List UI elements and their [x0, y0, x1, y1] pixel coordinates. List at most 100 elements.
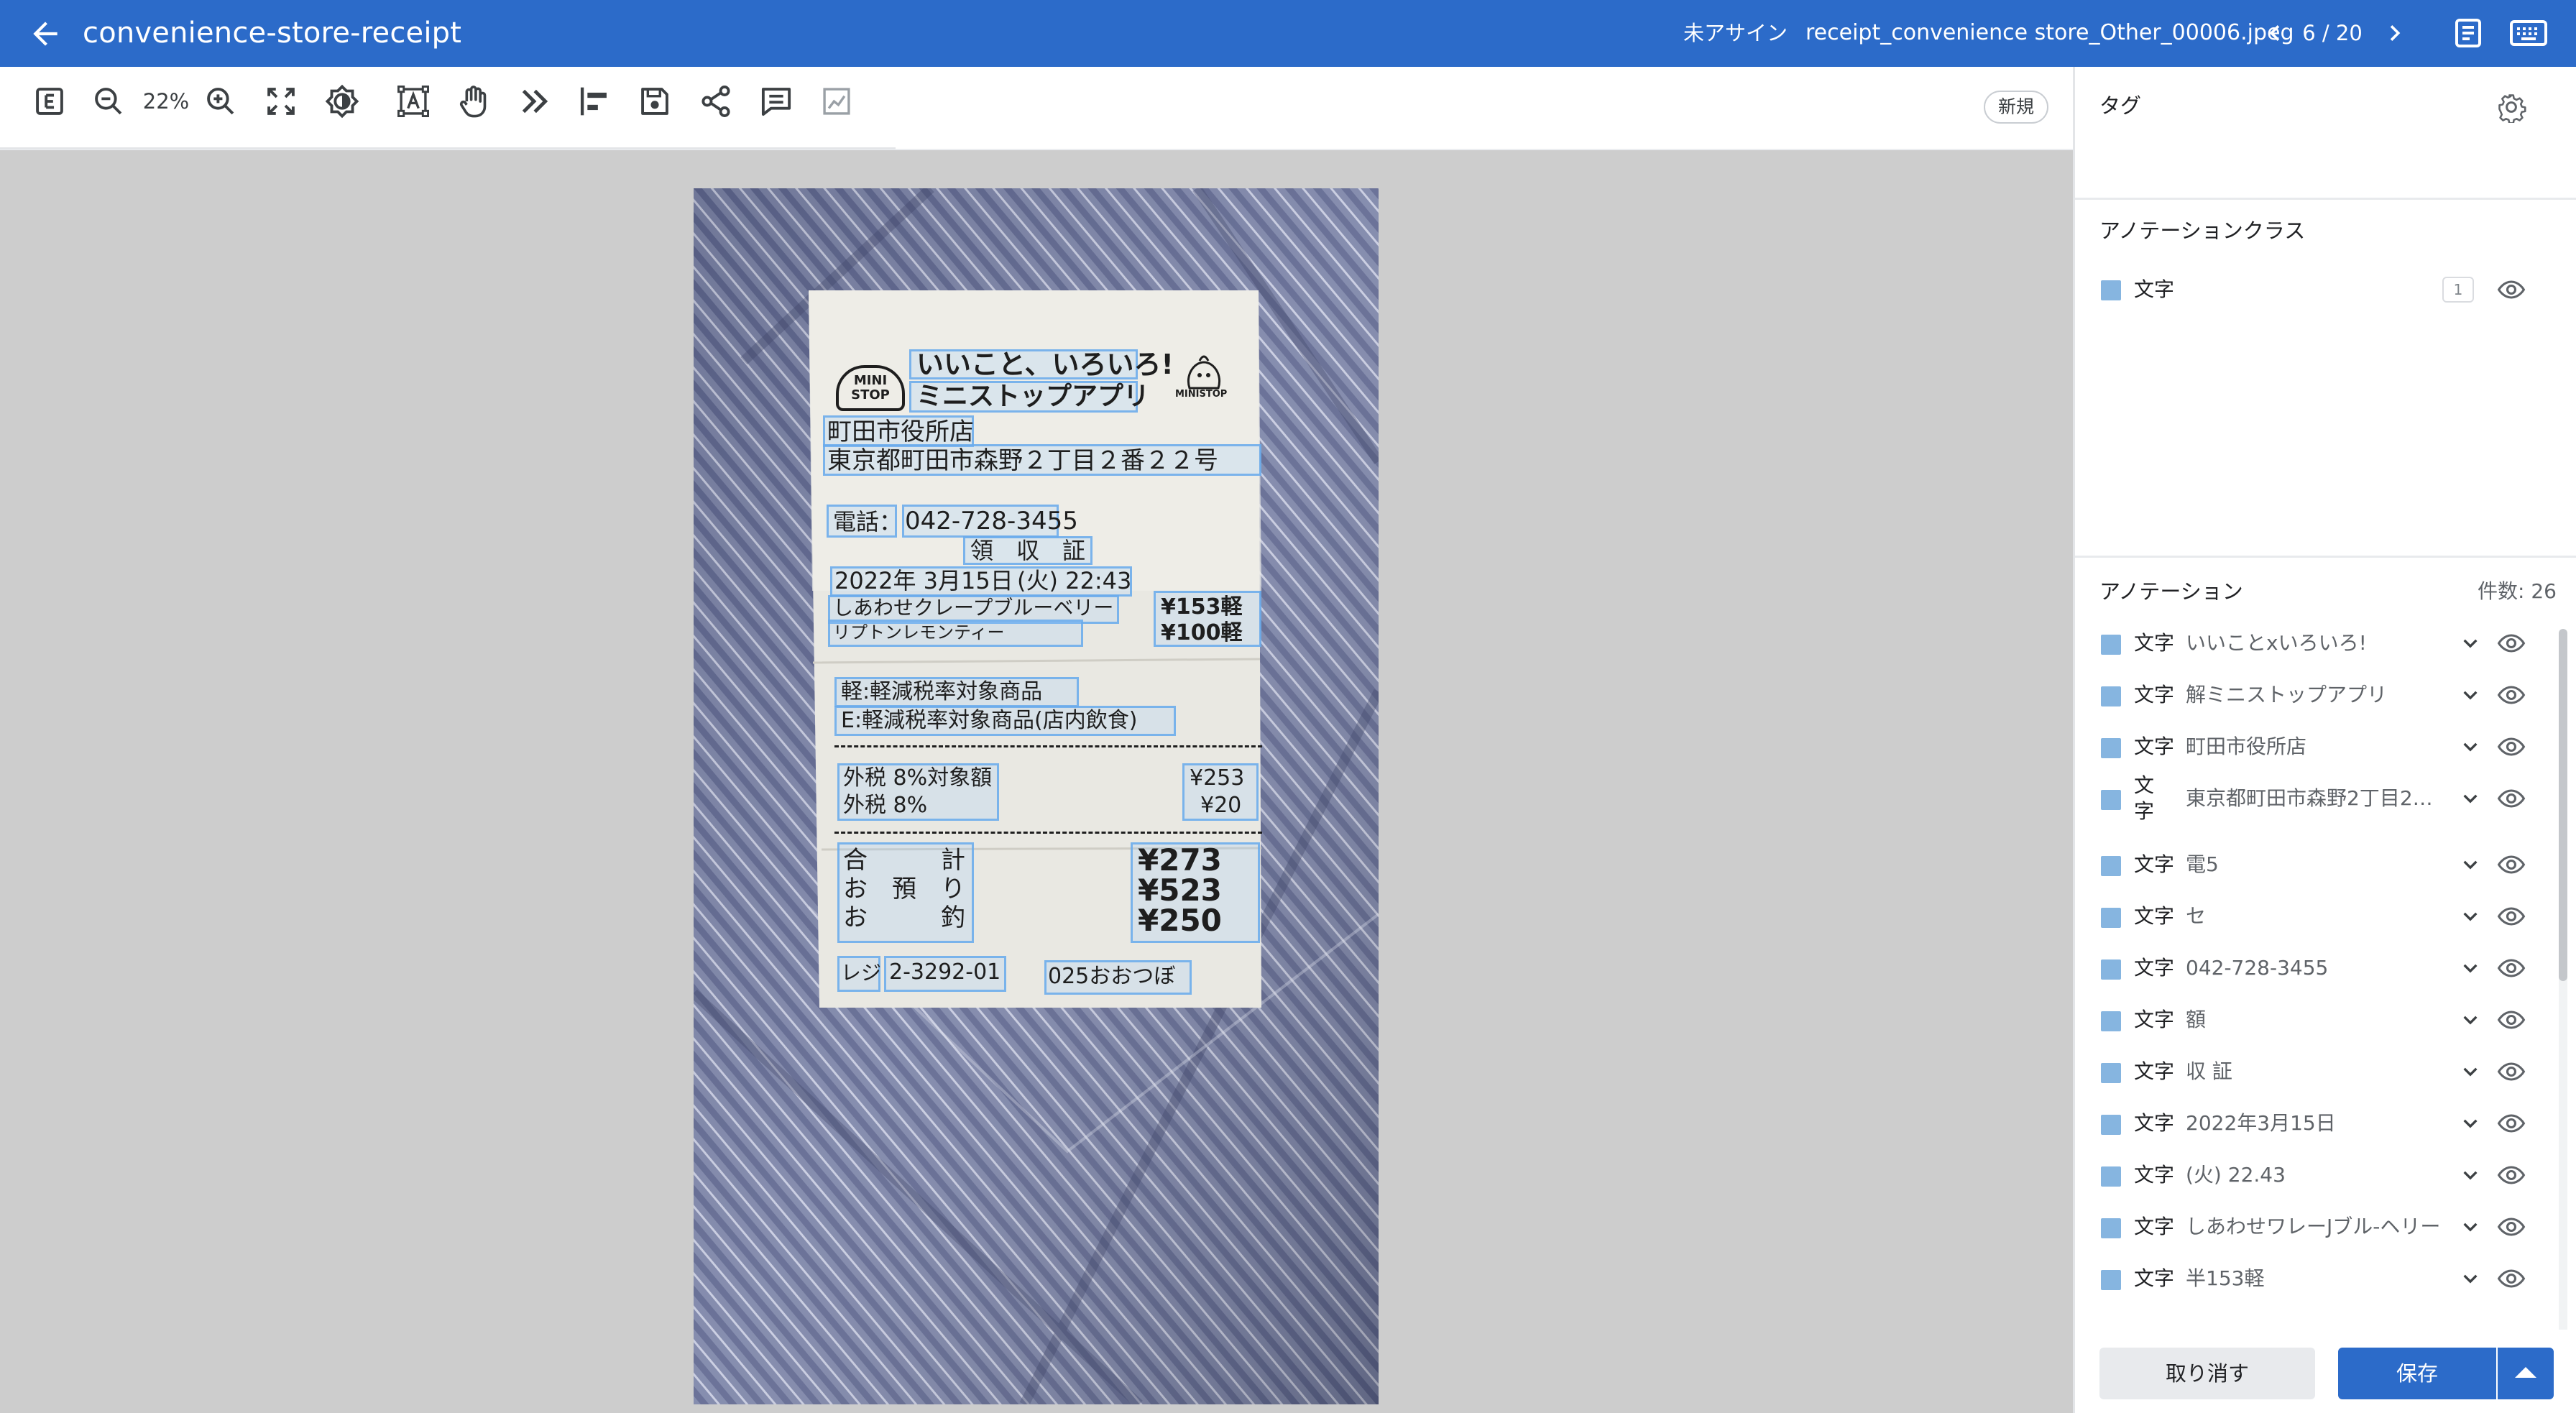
expand-annotation-button[interactable]	[2456, 1212, 2485, 1241]
annotation-visibility-toggle[interactable]	[2496, 783, 2527, 814]
annotation-visibility-toggle[interactable]	[2496, 1211, 2527, 1243]
annotations-count: 件数: 26	[2478, 579, 2557, 603]
annotation-item[interactable]: 文字 (火) 22.43	[2075, 1152, 2549, 1200]
annotation-class-label: 文字	[2134, 735, 2175, 758]
expand-annotation-button[interactable]	[2456, 1005, 2485, 1034]
annotation-item[interactable]: 文字 町田市役所店	[2075, 724, 2549, 771]
image-canvas[interactable]: いいこと、いろいろ! ミニストップアプリ MINI STOP MINISTOP …	[0, 150, 2073, 1413]
chevron-down-icon	[2463, 964, 2478, 973]
annotation-item[interactable]: 文字 東京都町田市森野2丁目2番22号	[2075, 773, 2549, 823]
expand-annotation-button[interactable]	[2456, 954, 2485, 982]
expand-annotation-button[interactable]	[2456, 629, 2485, 658]
chevron-down-icon	[2463, 1119, 2478, 1128]
expand-annotation-button[interactable]	[2456, 850, 2485, 879]
annotation-class-label: 文字	[2134, 1163, 2175, 1187]
eye-icon	[2497, 1269, 2526, 1288]
annotation-class-label: 文字	[2134, 904, 2175, 928]
expand-annotation-button[interactable]	[2456, 1264, 2485, 1293]
brightness-button[interactable]	[321, 80, 363, 122]
tags-title: タグ	[2099, 93, 2142, 118]
file-name: receipt_convenience store_Other_00006.jp…	[1806, 20, 2294, 45]
zoom-out-button[interactable]	[88, 80, 129, 122]
scrollbar-thumb[interactable]	[2559, 629, 2567, 981]
annotation-item[interactable]: 文字セ	[2075, 893, 2549, 941]
pan-tool-button[interactable]	[453, 80, 494, 122]
previous-image-button[interactable]	[2259, 17, 2291, 49]
eye-icon	[2497, 1166, 2526, 1184]
chevron-down-icon	[2463, 1016, 2478, 1025]
annotation-class-label: 文字	[2134, 852, 2175, 876]
comment-button[interactable]	[755, 80, 797, 122]
annotation-visibility-toggle[interactable]	[2496, 849, 2527, 880]
chevron-left-icon	[2269, 25, 2280, 41]
annotation-list-scrollbar[interactable]	[2559, 629, 2567, 1391]
document-button[interactable]	[2451, 16, 2485, 50]
cancel-button[interactable]: 取り消す	[2099, 1348, 2315, 1399]
expand-annotation-button[interactable]	[2456, 784, 2485, 813]
chart-button[interactable]	[816, 80, 857, 122]
receipt-staff: 025おおつぼ	[1048, 964, 1176, 989]
skip-forward-button[interactable]	[513, 80, 555, 122]
eye-icon	[2497, 1011, 2526, 1029]
annotation-item[interactable]: 文字 いいことxいろいろ!	[2075, 620, 2549, 668]
annotation-class-label: 文字	[2134, 1111, 2175, 1135]
annotation-item[interactable]: 文字額	[2075, 997, 2549, 1044]
annotation-visibility-toggle[interactable]	[2496, 1056, 2527, 1087]
eye-icon	[2497, 737, 2526, 756]
annotation-item[interactable]: 文字 しあわせワレーJブル-ヘリー	[2075, 1204, 2549, 1251]
tag-settings-button[interactable]	[2496, 91, 2527, 123]
annotation-visibility-toggle[interactable]	[2496, 1108, 2527, 1139]
annotation-item[interactable]: 文字 電5	[2075, 842, 2549, 889]
assign-status[interactable]: 未アサイン	[1683, 19, 1788, 47]
project-title: convenience-store-receipt	[83, 17, 462, 50]
receipt-photo[interactable]: いいこと、いろいろ! ミニストップアプリ MINI STOP MINISTOP …	[694, 188, 1379, 1404]
save-options-button[interactable]	[2498, 1348, 2554, 1399]
text-box-tool-button[interactable]	[392, 80, 434, 122]
chevron-down-icon	[2463, 691, 2478, 700]
annotation-visibility-toggle[interactable]	[2496, 1159, 2527, 1191]
annotation-visibility-toggle[interactable]	[2496, 627, 2527, 659]
annotation-color-swatch	[2101, 908, 2121, 928]
receipt-register: 2-3292-01	[889, 959, 1001, 985]
annotation-visibility-toggle[interactable]	[2496, 679, 2527, 711]
keyboard-icon	[2510, 20, 2547, 46]
annotation-class-label: 文字	[2134, 1008, 2175, 1031]
class-visibility-toggle[interactable]	[2496, 274, 2527, 305]
expand-annotation-button[interactable]	[2456, 1161, 2485, 1189]
receipt-phone-label: 電話：	[833, 508, 903, 535]
text-box-icon	[397, 86, 429, 117]
expand-annotation-button[interactable]	[2456, 1057, 2485, 1086]
next-image-button[interactable]	[2379, 17, 2411, 49]
fit-screen-button[interactable]	[260, 80, 302, 122]
zoom-in-button[interactable]	[200, 80, 242, 122]
annotation-visibility-toggle[interactable]	[2496, 901, 2527, 932]
annotation-text: いいことxいろいろ!	[2186, 631, 2367, 655]
annotation-item[interactable]: 文字収 証	[2075, 1049, 2549, 1096]
save-draft-button[interactable]	[634, 80, 676, 122]
annotation-visibility-toggle[interactable]	[2496, 1263, 2527, 1294]
ministop-logo: MINI STOP	[836, 365, 905, 411]
eye-icon	[2497, 280, 2526, 299]
annotation-item[interactable]: 文字 2022年3月15日	[2075, 1100, 2549, 1148]
expand-annotation-button[interactable]	[2456, 681, 2485, 709]
new-badge[interactable]: 新規	[1984, 91, 2048, 124]
keyboard-shortcuts-button[interactable]	[2508, 16, 2549, 50]
annotation-item[interactable]: 文字 半153軽	[2075, 1256, 2549, 1303]
expand-annotation-button[interactable]	[2456, 1109, 2485, 1138]
receipt-line1: いいこと、いろいろ!	[916, 349, 1174, 380]
edit-mode-button[interactable]	[29, 80, 70, 122]
save-button[interactable]: 保存	[2338, 1348, 2496, 1399]
share-button[interactable]	[695, 80, 737, 122]
annotation-visibility-toggle[interactable]	[2496, 1004, 2527, 1036]
annotation-color-swatch	[2101, 1011, 2121, 1031]
annotation-text: 解ミニストップアプリ	[2186, 683, 2388, 706]
annotation-item[interactable]: 文字 042-728-3455	[2075, 945, 2549, 993]
expand-annotation-button[interactable]	[2456, 732, 2485, 761]
align-left-button[interactable]	[574, 80, 615, 122]
back-button[interactable]	[27, 16, 63, 52]
annotation-visibility-toggle[interactable]	[2496, 952, 2527, 984]
annotation-list[interactable]: 文字 いいことxいろいろ! 文字 解ミニストップアプリ 文字 町田市役所店 文字 東京都町田市…	[2075, 620, 2549, 1384]
expand-annotation-button[interactable]	[2456, 902, 2485, 931]
annotation-visibility-toggle[interactable]	[2496, 731, 2527, 763]
annotation-item[interactable]: 文字 解ミニストップアプリ	[2075, 672, 2549, 719]
